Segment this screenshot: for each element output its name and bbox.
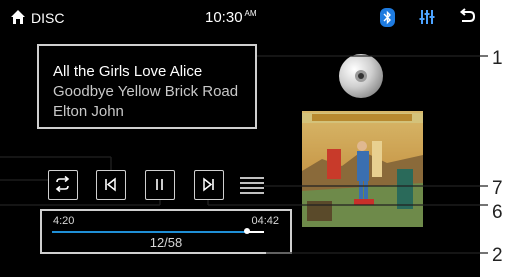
callout-6: 6 xyxy=(492,202,503,223)
callout-1: 1 xyxy=(492,48,503,69)
callout-7: 7 xyxy=(492,178,503,199)
callout-lines: 1 7 6 2 xyxy=(0,48,503,266)
callout-2: 2 xyxy=(492,245,503,266)
